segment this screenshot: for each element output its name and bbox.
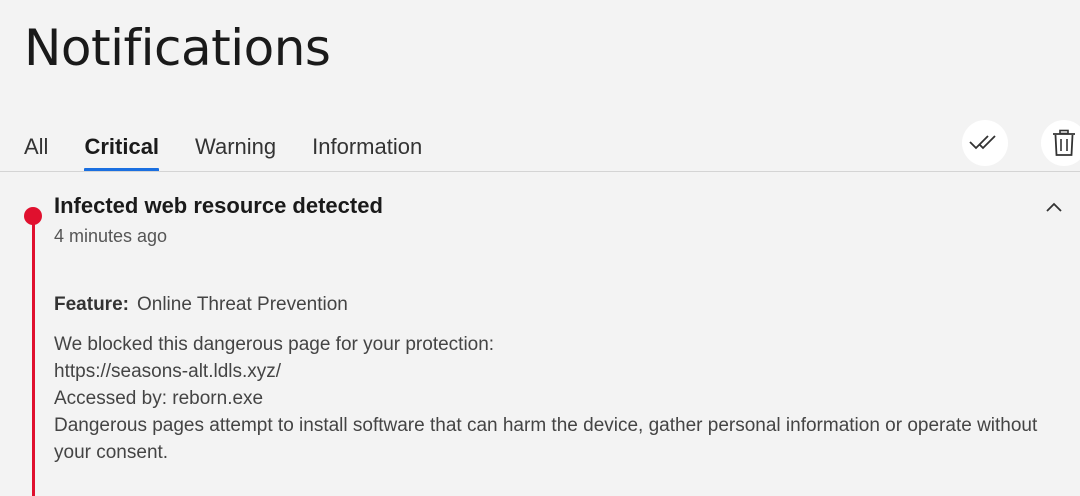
collapse-button[interactable] xyxy=(1042,196,1066,218)
notification-title: Infected web resource detected xyxy=(54,193,383,218)
notification-body: We blocked this dangerous page for your … xyxy=(54,331,1069,466)
chevron-up-icon xyxy=(1046,202,1062,212)
double-check-icon xyxy=(969,135,996,150)
trash-icon xyxy=(1053,129,1075,156)
tab-warning[interactable]: Warning xyxy=(195,132,276,162)
feature-label: Feature: xyxy=(54,294,129,315)
critical-indicator-dot xyxy=(24,207,42,225)
body-line: Dangerous pages attempt to install softw… xyxy=(54,415,1038,463)
tab-divider xyxy=(0,171,1080,172)
notification-time: 4 minutes ago xyxy=(54,226,168,246)
accessed-by: Accessed by: reborn.exe xyxy=(54,388,264,409)
page-title: Notifications xyxy=(24,19,331,77)
blocked-url: https://seasons-alt.ldls.xyz/ xyxy=(54,361,282,382)
tab-critical[interactable]: Critical xyxy=(84,132,159,172)
feature-value: Online Threat Prevention xyxy=(136,294,348,315)
notification-tabs: All Critical Warning Information xyxy=(24,132,458,172)
tab-information[interactable]: Information xyxy=(312,132,422,162)
body-line: We blocked this dangerous page for your … xyxy=(54,334,495,355)
mark-all-read-button[interactable] xyxy=(962,120,1008,166)
tab-all[interactable]: All xyxy=(24,132,48,162)
delete-all-button[interactable] xyxy=(1041,120,1080,166)
critical-timeline-bar xyxy=(32,216,35,496)
feature-row: Feature: Online Threat Prevention xyxy=(54,292,348,318)
